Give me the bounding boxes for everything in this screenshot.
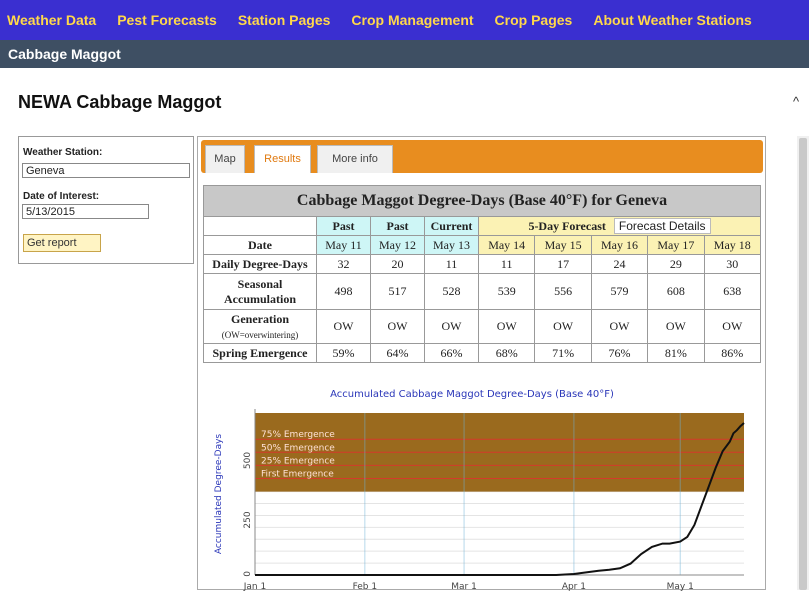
tab-bar: Map Results More info <box>201 140 763 173</box>
row-label: Daily Degree-Days <box>203 254 317 274</box>
generation-label: Generation <box>231 311 289 326</box>
date-cell: May 15 <box>534 235 592 255</box>
spring-cell: 86% <box>703 343 762 363</box>
scrollbar-thumb[interactable] <box>799 138 807 590</box>
header-blank <box>203 216 317 236</box>
y-tick-label: 0 <box>243 571 253 577</box>
generation-cell: OW <box>703 309 762 344</box>
degree-day-chart: Accumulated Cabbage Maggot Degree-Days (… <box>203 377 761 592</box>
daily-cell: 20 <box>370 254 425 274</box>
station-form: Weather Station: Geneva Date of Interest… <box>18 136 194 264</box>
spring-cell: 76% <box>590 343 649 363</box>
header-forecast: 5-Day Forecast Forecast Details <box>478 216 761 236</box>
nav-item-weather-data[interactable]: Weather Data <box>7 12 96 28</box>
spring-cell: 81% <box>647 343 705 363</box>
daily-cell: 30 <box>703 254 762 274</box>
daily-cell: 11 <box>424 254 479 274</box>
nav-item-crop-pages[interactable]: Crop Pages <box>495 12 573 28</box>
generation-cell: OW <box>370 309 425 344</box>
generation-cell: OW <box>316 309 371 344</box>
daily-cell: 29 <box>647 254 705 274</box>
threshold-label: 75% Emergence <box>261 430 335 440</box>
forecast-label: 5-Day Forecast <box>528 219 606 233</box>
row-label: Generation (OW=overwintering) <box>203 309 317 344</box>
chart-svg: Accumulated Cabbage Maggot Degree-Days (… <box>214 389 745 592</box>
seasonal-cell: 608 <box>647 273 705 310</box>
date-cell: May 18 <box>703 235 762 255</box>
tab-more-info[interactable]: More info <box>317 145 393 173</box>
spring-cell: 64% <box>370 343 425 363</box>
seasonal-cell: 528 <box>424 273 479 310</box>
nav-item-crop-management[interactable]: Crop Management <box>351 12 473 28</box>
nav-item-pest-forecasts[interactable]: Pest Forecasts <box>117 12 217 28</box>
header-past: Past <box>316 216 371 236</box>
generation-cell: OW <box>534 309 592 344</box>
spring-cell: 66% <box>424 343 479 363</box>
nav-item-about-weather-stations[interactable]: About Weather Stations <box>593 12 751 28</box>
page-title: NEWA Cabbage Maggot <box>18 92 222 112</box>
date-cell: May 13 <box>424 235 479 255</box>
spring-cell: 68% <box>477 343 536 363</box>
section-title-bar: Cabbage Maggot <box>0 40 809 68</box>
seasonal-cell: 539 <box>477 273 536 310</box>
forecast-details-button[interactable]: Forecast Details <box>613 218 711 234</box>
nav-item-station-pages[interactable]: Station Pages <box>238 12 331 28</box>
generation-cell: OW <box>424 309 479 344</box>
daily-cell: 32 <box>316 254 371 274</box>
date-cell: May 11 <box>316 235 371 255</box>
spring-cell: 71% <box>534 343 592 363</box>
threshold-label: 25% Emergence <box>261 456 335 466</box>
generation-cell: OW <box>647 309 705 344</box>
seasonal-cell: 556 <box>534 273 592 310</box>
daily-cell: 17 <box>534 254 592 274</box>
header-current: Current <box>424 216 479 236</box>
chart-title: Accumulated Cabbage Maggot Degree-Days (… <box>330 389 614 400</box>
date-cell: May 16 <box>590 235 649 255</box>
y-tick-label: 250 <box>243 511 253 528</box>
row-label: Date <box>203 235 317 255</box>
top-navigation: Weather Data Pest Forecasts Station Pages C… <box>0 0 809 40</box>
y-axis-label: Accumulated Degree-Days <box>214 434 224 555</box>
date-cell: May 12 <box>370 235 425 255</box>
seasonal-cell: 638 <box>703 273 762 310</box>
tab-results[interactable]: Results <box>254 145 311 173</box>
daily-cell: 11 <box>477 254 536 274</box>
results-panel: Map Results More info Cabbage Maggot Deg… <box>197 136 766 592</box>
degree-day-table: Cabbage Maggot Degree-Days (Base 40°F) f… <box>203 185 762 363</box>
seasonal-cell: 498 <box>316 273 371 310</box>
station-label: Weather Station: <box>23 147 103 158</box>
row-label: Seasonal Accumulation <box>203 273 317 310</box>
threshold-label: First Emergence <box>261 470 334 480</box>
row-label: Spring Emergence <box>203 343 317 363</box>
header-past: Past <box>370 216 425 236</box>
tab-map[interactable]: Map <box>205 145 245 173</box>
seasonal-cell: 579 <box>590 273 649 310</box>
y-tick-label: 500 <box>243 452 253 469</box>
generation-cell: OW <box>477 309 536 344</box>
date-label: Date of Interest: <box>23 191 100 202</box>
seasonal-cell: 517 <box>370 273 425 310</box>
date-cell: May 14 <box>477 235 536 255</box>
generation-cell: OW <box>590 309 649 344</box>
date-input[interactable]: 5/13/2015 <box>22 204 149 219</box>
spring-cell: 59% <box>316 343 371 363</box>
generation-note: (OW=overwintering) <box>221 329 299 340</box>
date-cell: May 17 <box>647 235 705 255</box>
table-title: Cabbage Maggot Degree-Days (Base 40°F) f… <box>203 185 761 217</box>
get-report-button[interactable]: Get report <box>23 234 101 252</box>
station-select[interactable]: Geneva <box>22 163 190 178</box>
scroll-up-icon[interactable]: ^ <box>793 94 799 109</box>
daily-cell: 24 <box>590 254 649 274</box>
threshold-label: 50% Emergence <box>261 443 335 453</box>
